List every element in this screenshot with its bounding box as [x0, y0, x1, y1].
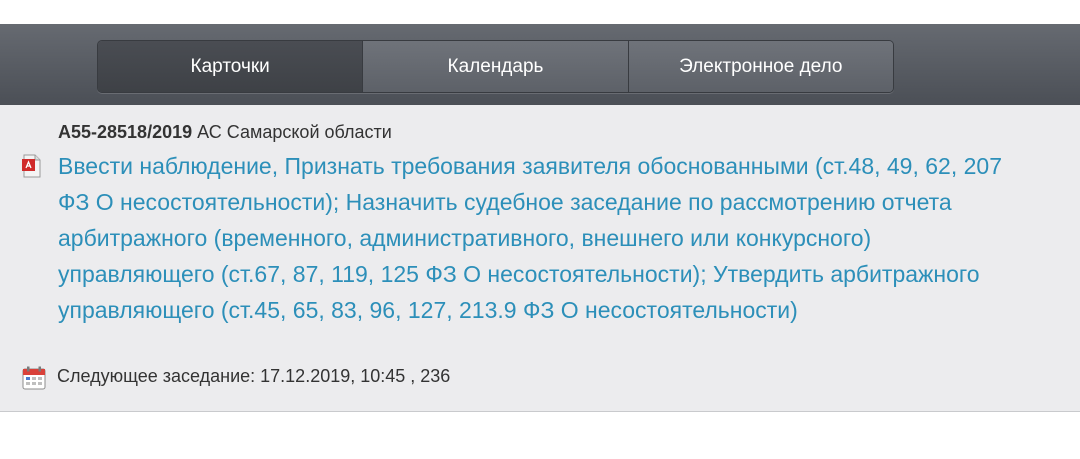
case-description-link[interactable]: Ввести наблюдение, Признать требования з… — [58, 148, 1018, 328]
case-card: А55-28518/2019 АС Самарской области Ввес… — [0, 105, 1080, 412]
tab-electronic-case[interactable]: Электронное дело — [627, 41, 893, 92]
calendar-icon — [22, 366, 46, 390]
top-strip — [0, 0, 1080, 24]
court-name: АС Самарской области — [197, 122, 392, 142]
tab-bar: Карточки Календарь Электронное дело — [0, 24, 1080, 106]
pdf-icon[interactable] — [22, 154, 42, 178]
tab-group: Карточки Календарь Электронное дело — [97, 40, 894, 93]
case-number[interactable]: А55-28518/2019 — [58, 122, 192, 142]
case-header: А55-28518/2019 АС Самарской области — [58, 122, 392, 143]
tab-cards[interactable]: Карточки — [98, 41, 363, 92]
tab-calendar[interactable]: Календарь — [362, 41, 628, 92]
next-session-info: Следующее заседание: 17.12.2019, 10:45 ,… — [57, 366, 451, 386]
